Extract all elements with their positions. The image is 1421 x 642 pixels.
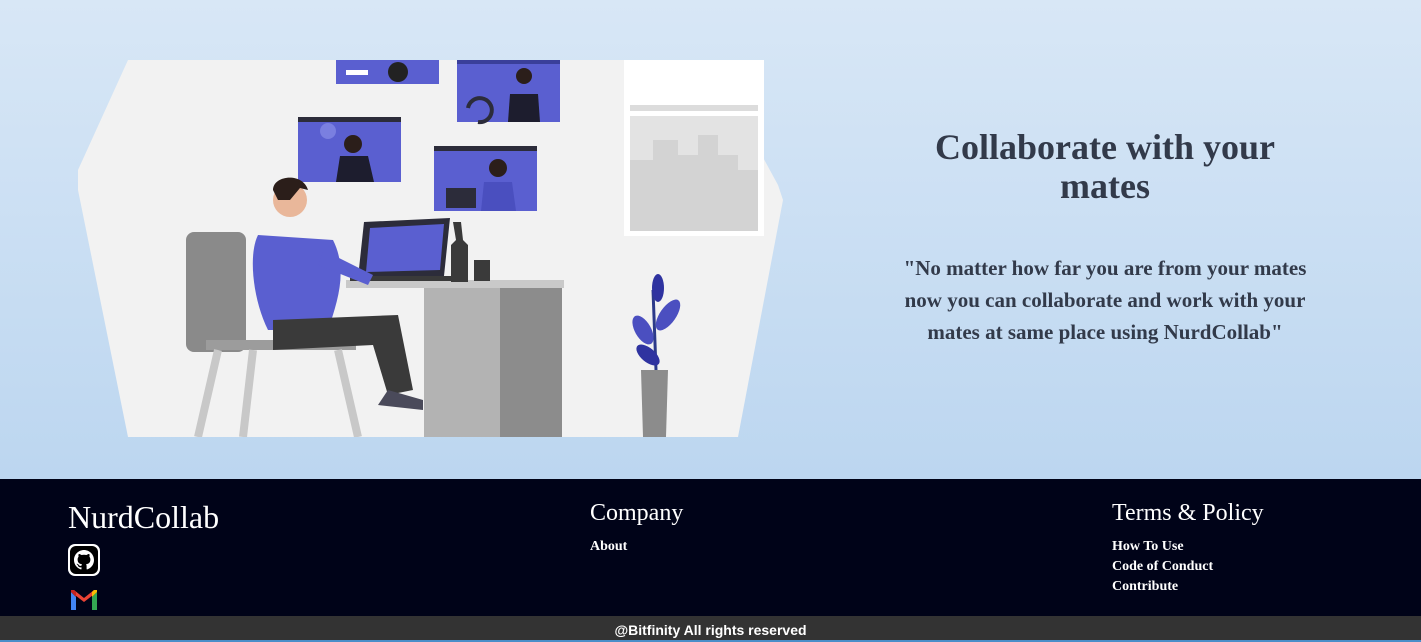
footer-brand: NurdCollab <box>68 499 220 535</box>
footer-company-column: Company About <box>590 499 683 557</box>
remote-collaboration-illustration <box>78 60 783 437</box>
how-to-use-link[interactable]: How To Use <box>1112 537 1264 557</box>
github-icon[interactable] <box>68 544 100 576</box>
footer-terms-column: Terms & Policy How To Use Code of Conduc… <box>1112 499 1264 597</box>
hero-text-block: Collaborate with your mates "No matter h… <box>895 128 1315 348</box>
company-heading: Company <box>590 500 684 526</box>
hero-title: Collaborate with your mates <box>935 127 1275 206</box>
site-footer: NurdCollab Company About Terms & Policy … <box>0 479 1421 616</box>
social-links <box>68 544 100 624</box>
gmail-icon[interactable] <box>68 584 100 616</box>
hero-section: Collaborate with your mates "No matter h… <box>0 0 1421 479</box>
about-link[interactable]: About <box>590 537 683 557</box>
copyright-bar: @Bitfinity All rights reserved <box>0 616 1421 642</box>
code-of-conduct-link[interactable]: Code of Conduct <box>1112 557 1264 577</box>
video-tile <box>336 60 439 84</box>
hero-quote: "No matter how far you are from your mat… <box>903 256 1307 344</box>
terms-heading: Terms & Policy <box>1112 500 1264 526</box>
contribute-link[interactable]: Contribute <box>1112 577 1264 597</box>
